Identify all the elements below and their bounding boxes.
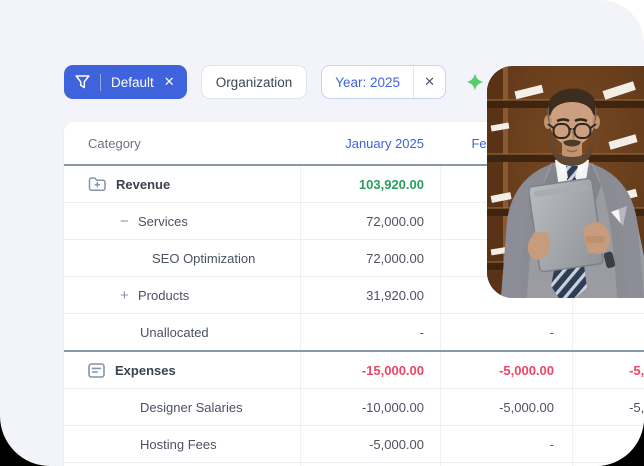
- column-header-category: Category: [64, 136, 300, 151]
- filter-chip-default-label: Default: [111, 75, 154, 90]
- chip-divider: [100, 74, 101, 91]
- expand-toggle-icon[interactable]: +: [120, 288, 138, 303]
- journal-icon: [88, 363, 105, 378]
- filter-chip-organization[interactable]: Organization: [201, 65, 308, 99]
- filter-bar: Default ✕ Organization Year: 2025 ✕: [64, 65, 484, 99]
- person-photo: [487, 66, 644, 298]
- value-cell: -15,000.00: [300, 352, 440, 388]
- value-cell: 72,000.00: [300, 240, 440, 276]
- row-label: Products: [138, 288, 189, 303]
- row-label: SEO Optimization: [152, 251, 255, 266]
- table-row-designer-salaries: Designer Salaries-10,000.00-5,000.00-5,0…: [64, 389, 644, 426]
- table-row-unallocated: Unallocated --: [64, 314, 644, 352]
- filter-chip-default[interactable]: Default ✕: [64, 65, 187, 99]
- value-cell: [572, 314, 644, 350]
- app-canvas: Default ✕ Organization Year: 2025 ✕ Cate…: [0, 0, 644, 466]
- value-cell: -5,000.00: [572, 389, 644, 425]
- collapse-toggle-icon[interactable]: −: [120, 214, 138, 229]
- value-cell: 103,920.00: [300, 166, 440, 202]
- remove-year-filter-icon[interactable]: ✕: [414, 74, 445, 90]
- category-cell: Designer Salaries: [64, 389, 300, 425]
- row-label: Hosting Fees: [140, 437, 217, 452]
- filter-chip-year[interactable]: Year: 2025 ✕: [321, 65, 446, 99]
- ai-sparkle-icon[interactable]: [466, 73, 484, 91]
- table-row-expenses[interactable]: Expenses-15,000.00-5,000.00-5,000.00: [64, 352, 644, 389]
- filter-chip-organization-label: Organization: [216, 75, 293, 90]
- category-cell: −Services: [64, 203, 300, 239]
- row-label: Services: [138, 214, 188, 229]
- value-cell: [572, 426, 644, 462]
- filter-funnel-icon: [75, 75, 90, 89]
- category-cell: Expenses: [64, 352, 300, 388]
- value-cell: -: [300, 314, 440, 350]
- value-cell: 31,920.00: [300, 277, 440, 313]
- column-header-january-2025[interactable]: January 2025: [300, 136, 440, 151]
- row-label: Unallocated: [140, 325, 209, 340]
- row-label: Designer Salaries: [140, 400, 243, 415]
- remove-default-filter-icon[interactable]: ✕: [164, 74, 175, 90]
- folder-plus-icon: [88, 176, 106, 192]
- category-cell: Revenue: [64, 166, 300, 202]
- table-row-hosting-fees: Hosting Fees -5,000.00-: [64, 426, 644, 463]
- category-cell: Unallocated: [64, 314, 300, 350]
- row-label: Revenue: [116, 177, 170, 192]
- value-cell: 72,000.00: [300, 203, 440, 239]
- category-cell: +Products: [64, 277, 300, 313]
- filter-chip-year-label: Year: 2025: [322, 75, 413, 90]
- value-cell: -10,000.00: [300, 389, 440, 425]
- value-cell: -: [440, 426, 572, 462]
- value-cell: -5,000.00: [440, 352, 572, 388]
- value-cell: -5,000.00: [572, 352, 644, 388]
- value-cell: -5,000.00: [300, 426, 440, 462]
- category-cell: SEO Optimization: [64, 240, 300, 276]
- category-cell: Hosting Fees: [64, 426, 300, 462]
- value-cell: -5,000.00: [440, 389, 572, 425]
- value-cell: -: [440, 314, 572, 350]
- row-label: Expenses: [115, 363, 176, 378]
